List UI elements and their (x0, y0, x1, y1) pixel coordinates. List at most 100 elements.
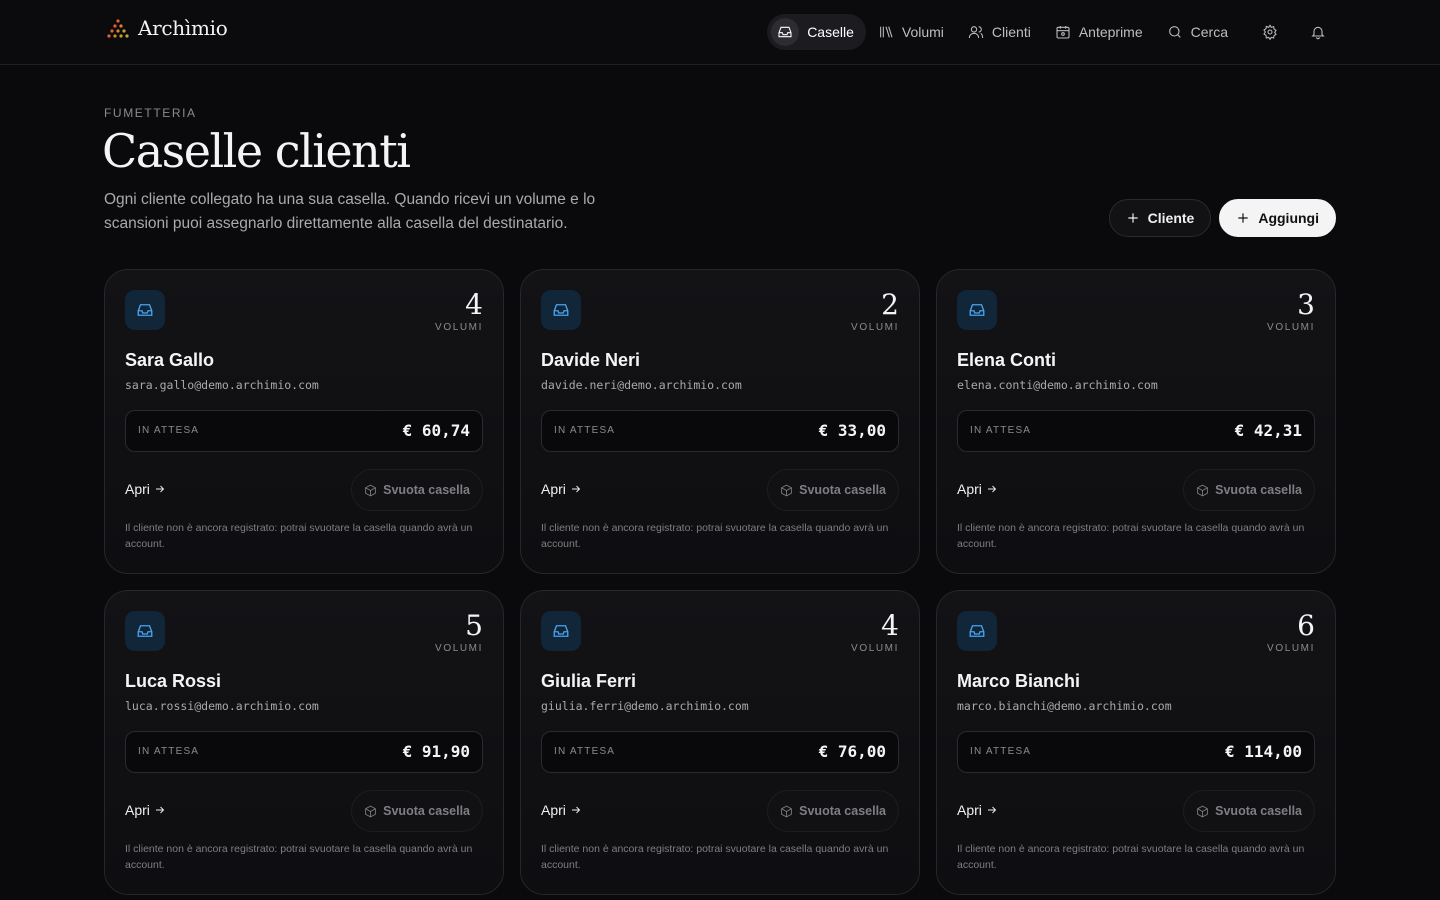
open-label: Apri (541, 481, 566, 497)
nav-label: Clienti (991, 24, 1031, 40)
pending-label: IN ATTESA (970, 746, 1032, 757)
pending-amount: € 60,74 (402, 421, 470, 440)
nav-item-anteprime[interactable]: Anteprime (1047, 14, 1155, 50)
package-icon (781, 805, 792, 817)
volume-count: 6 (1297, 609, 1315, 642)
logo-icon (107, 19, 129, 38)
mailbox-card: 5 VOLUMI Luca Rossi luca.rossi@demo.arch… (104, 590, 504, 895)
empty-mailbox-button[interactable]: Svuota casella (351, 469, 483, 511)
pending-amount: € 91,90 (402, 742, 470, 761)
pending-label: IN ATTESA (554, 746, 616, 757)
package-icon (1197, 484, 1208, 496)
page-subtitle: Ogni cliente collegato ha una sua casell… (104, 191, 596, 232)
search-icon (1168, 26, 1181, 38)
add-label: Aggiungi (1258, 210, 1319, 226)
plus-icon (1238, 213, 1249, 223)
mailbox-card: 4 VOLUMI Giulia Ferri giulia.ferri@demo.… (520, 590, 920, 895)
open-label: Apri (125, 802, 150, 818)
inbox-icon (125, 611, 165, 651)
empty-mailbox-button[interactable]: Svuota casella (1183, 790, 1315, 832)
empty-label: Svuota casella (1215, 804, 1302, 818)
volume-count: 4 (465, 288, 483, 321)
pending-amount: € 33,00 (818, 421, 886, 440)
notifications-button[interactable] (1300, 14, 1336, 50)
empty-label: Svuota casella (799, 483, 886, 497)
empty-label: Svuota casella (383, 804, 470, 818)
open-mailbox-link[interactable]: Apri (541, 802, 582, 818)
nav-item-clienti[interactable]: Clienti (960, 14, 1043, 50)
eyebrow: FUMETTERIA (104, 106, 197, 120)
mailbox-card: 6 VOLUMI Marco Bianchi marco.bianchi@dem… (936, 590, 1336, 895)
volume-count: 5 (465, 609, 483, 642)
empty-mailbox-button[interactable]: Svuota casella (351, 790, 483, 832)
plus-icon (1127, 213, 1138, 223)
page-title: Caselle clienti (102, 124, 411, 178)
package-icon (781, 484, 792, 496)
empty-label: Svuota casella (799, 804, 886, 818)
add-client-label: Cliente (1147, 210, 1195, 226)
pending-box: IN ATTESA € 114,00 (957, 731, 1315, 773)
open-mailbox-link[interactable]: Apri (541, 481, 582, 497)
empty-label: Svuota casella (383, 483, 470, 497)
client-email: luca.rossi@demo.archimio.com (125, 699, 319, 713)
nav-item-volumi[interactable]: Volumi (870, 14, 956, 50)
brand[interactable]: Archìmio (106, 16, 228, 40)
nav-label: Volumi (901, 24, 944, 40)
inbox-icon (957, 290, 997, 330)
pending-label: IN ATTESA (970, 425, 1032, 436)
unregistered-note: Il cliente non è ancora registrato: potr… (957, 522, 1305, 550)
header-actions: Cliente Aggiungi (1108, 199, 1336, 237)
open-mailbox-link[interactable]: Apri (125, 481, 166, 497)
open-mailbox-link[interactable]: Apri (125, 802, 166, 818)
add-client-button[interactable]: Cliente (1108, 199, 1212, 237)
arrow-right-icon (155, 485, 165, 493)
nav-item-cerca[interactable]: Cerca (1159, 14, 1240, 50)
empty-mailbox-button[interactable]: Svuota casella (1183, 469, 1315, 511)
pending-label: IN ATTESA (138, 425, 200, 436)
arrow-right-icon (571, 485, 581, 493)
client-name: Marco Bianchi (957, 671, 1081, 691)
client-name: Luca Rossi (125, 671, 222, 691)
bell-icon (1311, 26, 1325, 40)
client-name: Sara Gallo (125, 350, 215, 370)
volume-count-label: VOLUMI (435, 322, 483, 333)
volume-count-label: VOLUMI (851, 322, 899, 333)
package-icon (1197, 805, 1208, 817)
open-label: Apri (541, 802, 566, 818)
calendar-icon (1056, 26, 1070, 39)
client-email: elena.conti@demo.archimio.com (957, 378, 1158, 392)
empty-label: Svuota casella (1215, 483, 1302, 497)
gear-icon (1263, 24, 1277, 40)
library-icon (880, 26, 893, 38)
client-email: giulia.ferri@demo.archimio.com (541, 699, 749, 713)
open-mailbox-link[interactable]: Apri (957, 802, 998, 818)
pending-label: IN ATTESA (138, 746, 200, 757)
unregistered-note: Il cliente non è ancora registrato: potr… (125, 843, 473, 871)
main-nav: Caselle Volumi Clienti Anteprime Cerca (763, 14, 1336, 50)
open-label: Apri (957, 481, 982, 497)
inbox-icon (771, 18, 800, 46)
nav-item-caselle[interactable]: Caselle (767, 14, 866, 50)
mailbox-card: 4 VOLUMI Sara Gallo sara.gallo@demo.arch… (104, 269, 504, 574)
add-button[interactable]: Aggiungi (1219, 199, 1336, 237)
nav-label: Cerca (1190, 24, 1228, 40)
volume-count-label: VOLUMI (435, 643, 483, 654)
empty-mailbox-button[interactable]: Svuota casella (767, 790, 899, 832)
unregistered-note: Il cliente non è ancora registrato: potr… (541, 843, 889, 871)
unregistered-note: Il cliente non è ancora registrato: potr… (541, 522, 889, 550)
pending-box: IN ATTESA € 33,00 (541, 410, 899, 452)
nav-label: Caselle (807, 24, 854, 40)
inbox-icon (541, 611, 581, 651)
unregistered-note: Il cliente non è ancora registrato: potr… (957, 843, 1305, 871)
top-bar: Archìmio Caselle Volumi Clienti Anteprim… (0, 0, 1440, 65)
volume-count-label: VOLUMI (851, 643, 899, 654)
users-icon (968, 26, 984, 39)
empty-mailbox-button[interactable]: Svuota casella (767, 469, 899, 511)
arrow-right-icon (987, 806, 997, 814)
inbox-icon (957, 611, 997, 651)
settings-button[interactable] (1252, 14, 1288, 50)
volume-count-label: VOLUMI (1267, 322, 1315, 333)
open-mailbox-link[interactable]: Apri (957, 481, 998, 497)
inbox-icon (125, 290, 165, 330)
inbox-icon (541, 290, 581, 330)
